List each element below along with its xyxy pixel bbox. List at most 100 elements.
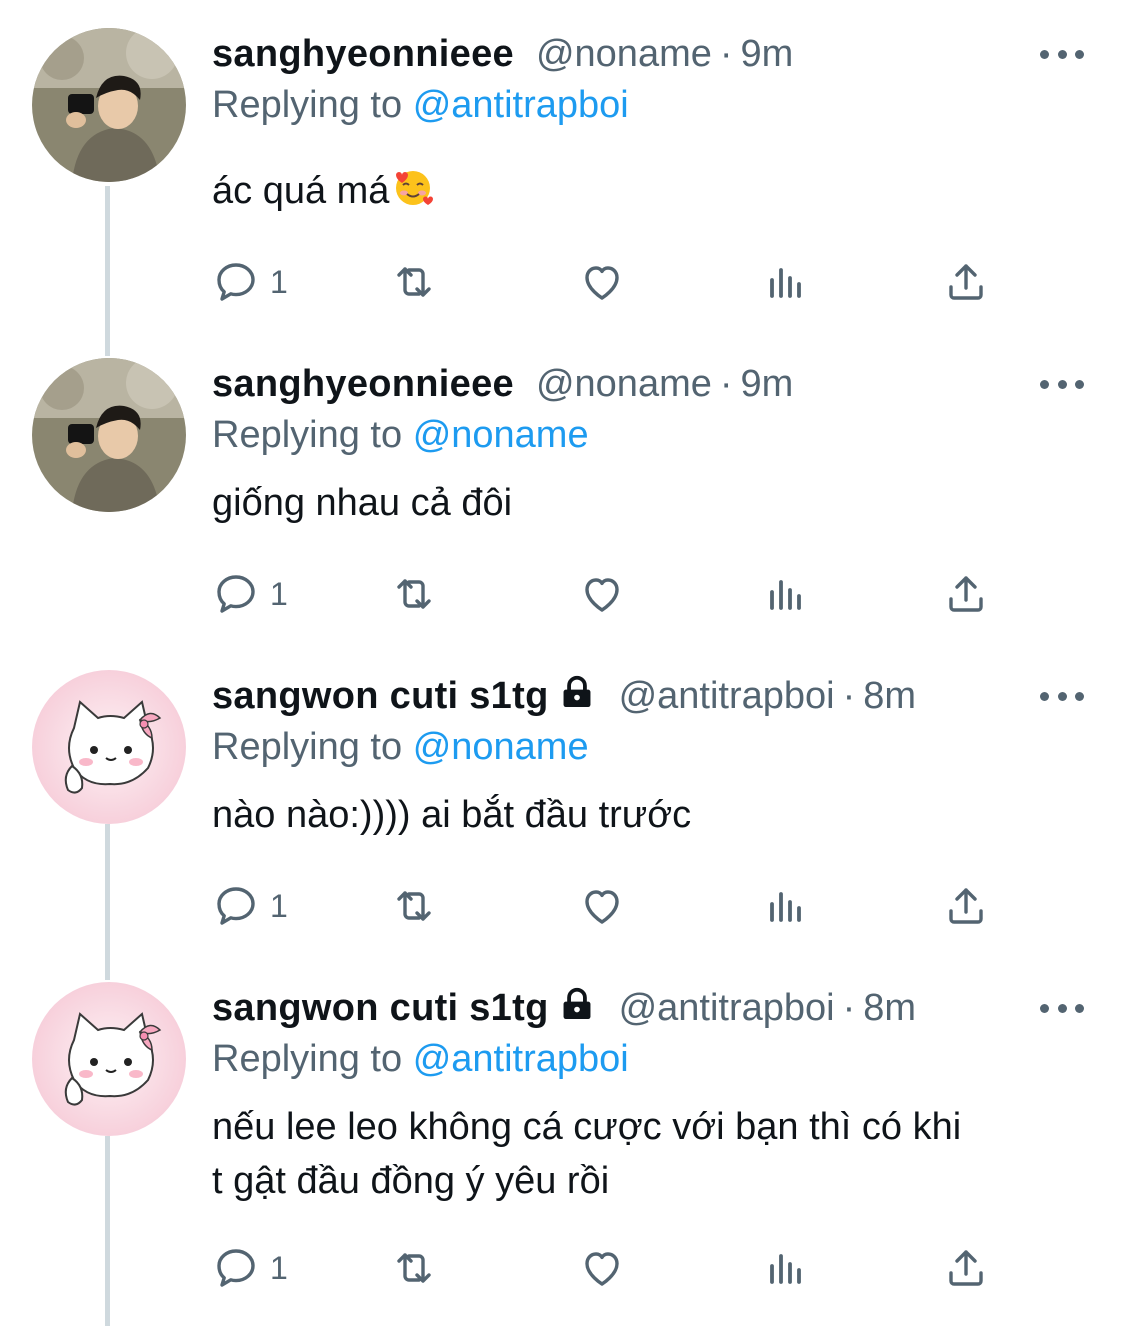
display-name[interactable]: sanghyeonnieee (212, 363, 514, 405)
timestamp[interactable]: 8m (863, 675, 916, 717)
views-bar-chart-icon (770, 268, 801, 298)
heart-icon (585, 1252, 619, 1286)
avatar[interactable] (32, 982, 186, 1136)
heart-icon (585, 578, 619, 612)
timestamp[interactable]: 9m (741, 363, 794, 405)
reply-count: 1 (270, 1249, 288, 1286)
display-name[interactable]: sanghyeonnieee (212, 33, 514, 75)
retweet-button[interactable] (390, 1238, 438, 1298)
timestamp[interactable]: 8m (863, 987, 916, 1029)
views-button[interactable] (762, 564, 810, 624)
reply-count: 1 (270, 263, 288, 300)
reply-icon (217, 1249, 255, 1287)
heart-icon (585, 890, 619, 924)
replying-to-label: Replying to (212, 1038, 403, 1080)
replying-to-line: Replying to @noname (212, 722, 589, 772)
share-button[interactable] (942, 1238, 990, 1298)
tweet-text-line: nếu lee leo không cá cược với bạn thì có… (212, 1106, 962, 1148)
retweet-icon (397, 579, 431, 609)
user-handle[interactable]: @antitrapboi (619, 675, 835, 717)
replying-to-label: Replying to (212, 84, 403, 126)
tweet-actions: 1 (212, 876, 1012, 936)
tweet-actions: 1 (212, 252, 1012, 312)
tweet[interactable]: sangwon cuti s1tg @antitrapboi · 8m Replyin… (0, 982, 1125, 1326)
tweet[interactable]: sanghyeonnieee @noname · 9m Replying to @an… (0, 28, 1125, 328)
reply-button[interactable]: 1 (212, 1238, 288, 1298)
replying-to-label: Replying to (212, 726, 403, 768)
separator-dot: · (719, 363, 733, 405)
replying-to-handle[interactable]: @antitrapboi (413, 84, 629, 126)
replying-to-handle[interactable]: @noname (413, 414, 589, 456)
replying-to-label: Replying to (212, 414, 403, 456)
tweet[interactable]: sangwon cuti s1tg @antitrapboi · 8m Replyin… (0, 670, 1125, 970)
views-button[interactable] (762, 1238, 810, 1298)
user-handle[interactable]: @noname (536, 363, 712, 405)
reply-count: 1 (270, 575, 288, 612)
reply-button[interactable]: 1 (212, 564, 288, 624)
replying-to-line: Replying to @noname (212, 410, 589, 460)
separator-dot: · (842, 675, 856, 717)
more-options-icon[interactable] (1040, 688, 1084, 704)
tweet-actions: 1 (212, 1238, 1012, 1298)
cat-avatar (32, 982, 186, 1136)
views-bar-chart-icon (770, 580, 801, 610)
tweet-header: sanghyeonnieee @noname · 9m (212, 28, 793, 80)
more-options-icon[interactable] (1040, 46, 1084, 62)
separator-dot: · (719, 33, 733, 75)
lock-icon (557, 673, 597, 725)
more-options-icon[interactable] (1040, 1000, 1084, 1016)
tweet[interactable]: sanghyeonnieee @noname · 9m Replying to @no… (0, 358, 1125, 658)
retweet-button[interactable] (390, 252, 438, 312)
like-button[interactable] (578, 564, 626, 624)
tweet-header: sangwon cuti s1tg @antitrapboi · 8m (212, 982, 916, 1034)
retweet-icon (397, 267, 431, 297)
reply-button[interactable]: 1 (212, 876, 288, 936)
views-button[interactable] (762, 876, 810, 936)
share-button[interactable] (942, 564, 990, 624)
reply-count: 1 (270, 887, 288, 924)
tweet-text: giống nhau cả đôi (212, 482, 513, 524)
retweet-button[interactable] (390, 564, 438, 624)
reply-button[interactable]: 1 (212, 252, 288, 312)
timestamp[interactable]: 9m (741, 33, 794, 75)
replying-to-line: Replying to @antitrapboi (212, 1034, 629, 1084)
views-bar-chart-icon (770, 892, 801, 922)
share-icon (949, 576, 983, 612)
lock-icon (557, 985, 597, 1037)
user-photo-avatar (32, 358, 186, 512)
retweet-button[interactable] (390, 876, 438, 936)
display-name[interactable]: sangwon cuti s1tg (212, 675, 549, 717)
user-photo-avatar (32, 28, 186, 182)
separator-dot: · (842, 987, 856, 1029)
user-handle[interactable]: @noname (536, 33, 712, 75)
views-button[interactable] (762, 252, 810, 312)
share-icon (949, 264, 983, 300)
tweet-text: nếu lee leo không cá cược với bạn thì có… (212, 1100, 1092, 1208)
share-button[interactable] (942, 876, 990, 936)
heart-icon (585, 266, 619, 300)
tweet-text-content: ác quá má (212, 170, 390, 212)
like-button[interactable] (578, 1238, 626, 1298)
tweet-header: sanghyeonnieee @noname · 9m (212, 358, 793, 410)
tweet-actions: 1 (212, 564, 1012, 624)
replying-to-handle[interactable]: @antitrapboi (413, 1038, 629, 1080)
tweet-text-line: t gật đầu đồng ý yêu rồi (212, 1160, 610, 1202)
display-name[interactable]: sangwon cuti s1tg (212, 987, 549, 1029)
tweet-header: sangwon cuti s1tg @antitrapboi · 8m (212, 670, 916, 722)
avatar[interactable] (32, 358, 186, 512)
share-icon (949, 888, 983, 924)
share-icon (949, 1250, 983, 1286)
reply-icon (217, 887, 255, 925)
more-options-icon[interactable] (1040, 376, 1084, 392)
like-button[interactable] (578, 252, 626, 312)
avatar[interactable] (32, 28, 186, 182)
retweet-icon (397, 891, 431, 921)
share-button[interactable] (942, 252, 990, 312)
retweet-icon (397, 1253, 431, 1283)
cat-avatar (32, 670, 186, 824)
tweet-text: nào nào:)))) ai bắt đầu trước (212, 794, 692, 836)
avatar[interactable] (32, 670, 186, 824)
replying-to-handle[interactable]: @noname (413, 726, 589, 768)
user-handle[interactable]: @antitrapboi (619, 987, 835, 1029)
like-button[interactable] (578, 876, 626, 936)
